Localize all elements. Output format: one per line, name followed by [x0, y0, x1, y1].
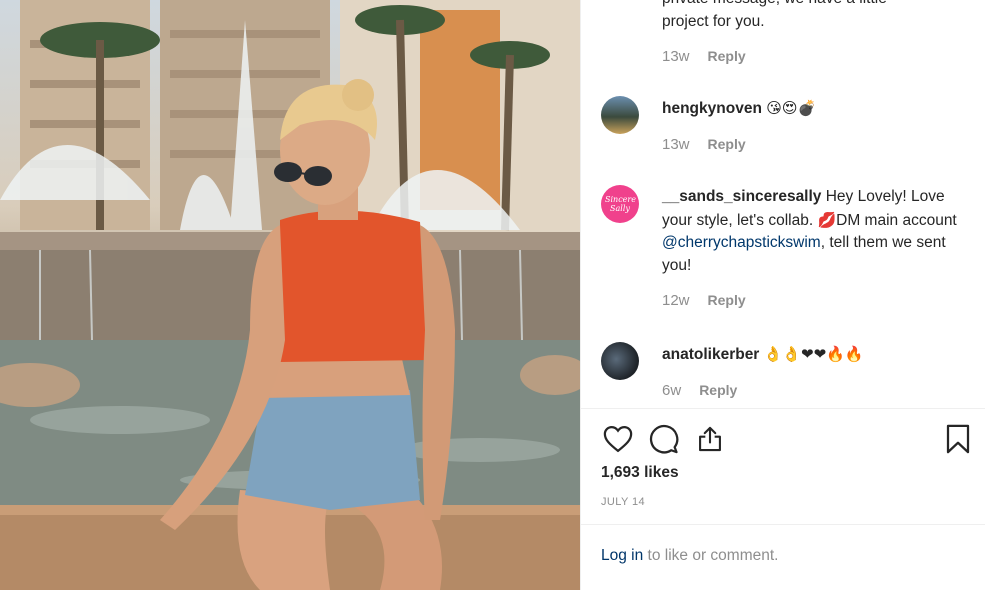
reply-button[interactable]: Reply — [708, 292, 746, 308]
comment-meta: 13w Reply — [662, 48, 746, 65]
avatar[interactable] — [601, 96, 639, 134]
comment-emoji: 👌👌❤❤🔥🔥 — [763, 345, 864, 363]
divider — [581, 408, 985, 409]
like-button[interactable] — [601, 422, 635, 456]
comment-line: project for you. — [662, 12, 765, 30]
login-text: to like or comment. — [643, 547, 779, 564]
comment-text: private message, we have a little projec… — [662, 0, 967, 33]
reply-button[interactable]: Reply — [699, 382, 737, 398]
comment-time[interactable]: 6w — [662, 382, 681, 399]
avatar[interactable] — [601, 342, 639, 380]
post-photo — [0, 0, 580, 590]
avatar-text: Sincere Sally — [605, 195, 636, 213]
save-button[interactable] — [941, 422, 975, 456]
reply-button[interactable]: Reply — [708, 48, 746, 64]
avatar[interactable]: Sincere Sally — [601, 185, 639, 223]
comment-icon — [649, 424, 679, 454]
comment-username[interactable]: __sands_sinceresally — [662, 188, 821, 205]
comment-time[interactable]: 13w — [662, 48, 690, 65]
comment-text: hengkynoven 😘😍💣 — [662, 97, 967, 121]
action-bar — [601, 422, 976, 456]
comment-button[interactable] — [647, 422, 681, 456]
comment-meta: 13w Reply — [662, 136, 746, 153]
mention-link[interactable]: @cherrychapstickswim — [662, 234, 821, 251]
photo-illustration — [0, 0, 580, 590]
comment-text-part: DM main account — [836, 211, 957, 229]
reply-button[interactable]: Reply — [708, 136, 746, 152]
comment-meta: 6w Reply — [662, 382, 737, 399]
comment-text: __sands_sinceresally Hey Lovely! Love yo… — [662, 186, 967, 277]
share-button[interactable] — [693, 422, 727, 456]
heart-icon — [603, 425, 633, 453]
comment-username[interactable]: hengkynoven — [662, 100, 762, 117]
bookmark-icon — [946, 424, 970, 454]
comment-text: anatolikerber 👌👌❤❤🔥🔥 — [662, 343, 967, 367]
comment-meta: 12w Reply — [662, 292, 746, 309]
comment-time[interactable]: 12w — [662, 292, 690, 309]
comment-emoji: 😘😍💣 — [766, 99, 817, 117]
comments-panel: private message, we have a little projec… — [580, 0, 985, 590]
share-icon — [699, 426, 721, 452]
comment-username[interactable]: anatolikerber — [662, 346, 759, 363]
divider — [581, 524, 985, 525]
lips-emoji: 💋 — [817, 210, 837, 229]
post-date[interactable]: JULY 14 — [601, 496, 645, 508]
login-prompt: Log in to like or comment. — [601, 547, 778, 565]
login-link[interactable]: Log in — [601, 547, 643, 564]
comment-line: private message, we have a little — [662, 0, 967, 11]
comment-time[interactable]: 13w — [662, 136, 690, 153]
likes-count[interactable]: 1,693 likes — [601, 464, 679, 482]
